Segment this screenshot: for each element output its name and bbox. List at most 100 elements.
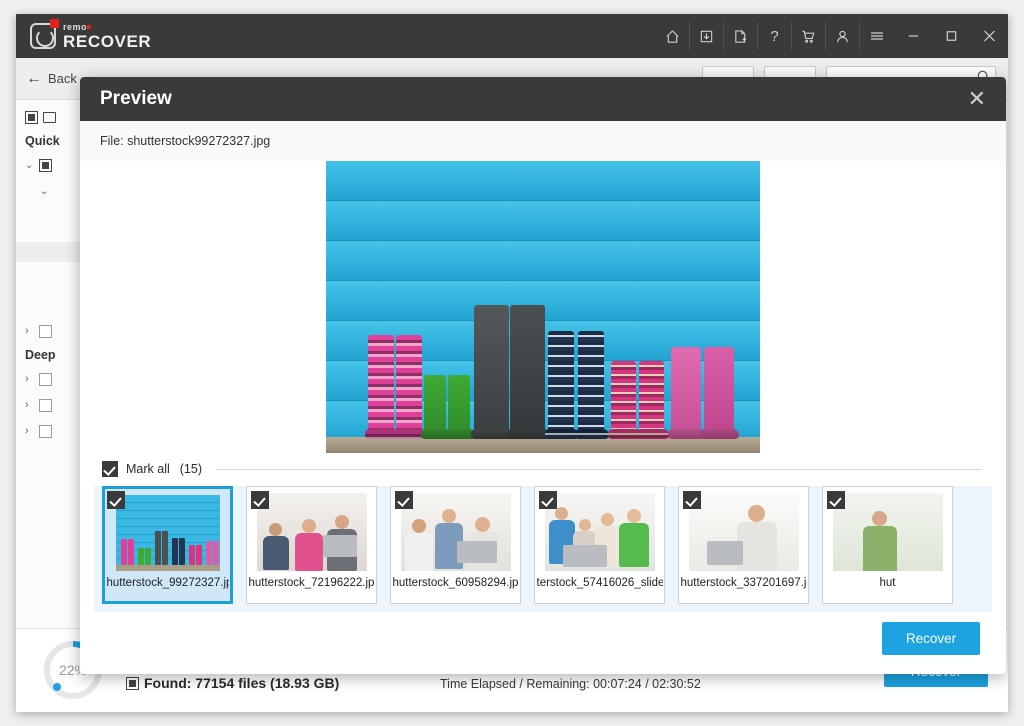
thumbnail-item[interactable]: hut [822, 486, 953, 604]
folder-checkbox-icon[interactable] [39, 425, 52, 438]
thumb-person-body [863, 526, 897, 571]
thumb-person-body [263, 536, 289, 570]
help-icon[interactable]: ? [758, 22, 792, 50]
thumbnail-checkbox[interactable] [827, 491, 845, 509]
thumb-boot [213, 541, 219, 565]
thumb-boot [196, 545, 202, 565]
thumb-image-people [545, 493, 655, 571]
thumbnail-list[interactable]: hutterstock_99272327.jpg hutterstock_7219… [94, 486, 992, 618]
thumb-person-head [412, 519, 426, 533]
plank [326, 201, 760, 241]
back-button[interactable]: ← Back [26, 70, 77, 88]
thumb-boot [128, 539, 134, 565]
folder-checkbox-icon[interactable] [39, 399, 52, 412]
thumb-person-head [335, 515, 349, 529]
thumbnail-filename: hut [825, 577, 951, 589]
thumb-person-head [872, 511, 887, 526]
preview-file-line: File: shutterstock99272327.jpg [80, 121, 1006, 161]
thumb-person-body [295, 533, 323, 571]
thumb-image-people [833, 493, 943, 571]
new-file-icon[interactable] [724, 22, 758, 50]
rain-boot [424, 375, 446, 439]
folder-checkbox-icon[interactable] [39, 325, 52, 338]
thumb-person-head [601, 513, 614, 526]
thumb-image-people [401, 493, 511, 571]
stop-square-icon [25, 111, 38, 124]
preview-dialog-title: Preview [100, 88, 172, 110]
thumbnail-filename: hutterstock_72196222.jpg [249, 577, 375, 589]
back-arrow-icon: ← [26, 70, 42, 88]
thumb-laptop [707, 541, 743, 565]
menu-icon[interactable] [860, 22, 894, 50]
account-icon[interactable] [826, 22, 860, 50]
title-bar: remo RECOVER ? [16, 14, 1008, 58]
thumbnail-filename: hutterstock_337201697.jp [681, 577, 807, 589]
rain-boot [639, 361, 664, 439]
rain-boot [611, 361, 636, 439]
folder-checkbox-icon[interactable] [39, 373, 52, 386]
minimize-button[interactable] [894, 22, 932, 50]
close-button[interactable] [970, 22, 1008, 50]
thumbnail-checkbox[interactable] [107, 491, 125, 509]
plank [326, 241, 760, 281]
chevron-right-icon: › [25, 325, 39, 337]
thumb-person-head [627, 509, 641, 523]
drive-icon [43, 112, 56, 123]
thumb-person-head [475, 517, 490, 532]
progress-dot [53, 683, 61, 691]
thumb-person-body [619, 523, 649, 567]
thumb-boot [162, 531, 168, 565]
thumb-boot [145, 548, 151, 565]
thumb-person-head [269, 523, 282, 536]
back-label: Back [48, 71, 77, 86]
thumb-laptop [323, 535, 357, 557]
thumbnail-image [545, 493, 655, 571]
thumbnail-item[interactable]: hutterstock_72196222.jpg [246, 486, 377, 604]
thumbnail-image [833, 493, 943, 571]
mark-all-divider [216, 469, 982, 470]
thumbnail-item[interactable]: hutterstock_337201697.jp [678, 486, 809, 604]
preview-dialog: Preview ✕ File: shutterstock99272327.jpg… [80, 77, 1006, 674]
rain-boot [704, 347, 734, 439]
plank [326, 161, 760, 201]
preview-dialog-header: Preview ✕ [80, 77, 1006, 121]
mark-all-row: Mark all (15) [80, 456, 1006, 482]
thumb-person-body [405, 533, 433, 571]
home-icon[interactable] [656, 22, 690, 50]
thumb-image-people [257, 493, 367, 571]
maximize-button[interactable] [932, 22, 970, 50]
thumbnail-checkbox[interactable] [683, 491, 701, 509]
thumb-person-head [748, 505, 765, 522]
rain-boot [448, 375, 470, 439]
thumbnail-image [116, 495, 220, 571]
thumb-boot [172, 538, 178, 565]
chevron-right-icon: › [25, 373, 39, 385]
thumbnail-checkbox[interactable] [539, 491, 557, 509]
thumb-image-people [689, 493, 799, 571]
thumbnail-checkbox[interactable] [395, 491, 413, 509]
logo-big-text: RECOVER [63, 33, 151, 50]
time-label: Time Elapsed / Remaining: 00:07:24 / 02:… [440, 677, 701, 691]
mark-all-checkbox[interactable] [102, 461, 118, 477]
thumb-boot [189, 545, 195, 565]
chevron-down-icon: ⌄ [40, 186, 54, 197]
mark-all-label: Mark all [126, 462, 170, 476]
thumb-floor [116, 565, 220, 571]
app-logo: remo RECOVER [30, 23, 151, 50]
thumb-laptop [563, 545, 607, 567]
logo-wordmark: remo RECOVER [63, 23, 151, 50]
close-icon[interactable]: ✕ [968, 88, 986, 110]
thumbnail-checkbox[interactable] [251, 491, 269, 509]
thumbnail-filename: hutterstock_60958294.jpg [393, 577, 519, 589]
thumbnail-item[interactable]: terstock_57416026_slider [534, 486, 665, 604]
thumbnail-item[interactable]: hutterstock_60958294.jpg [390, 486, 521, 604]
thumb-boot [206, 541, 212, 565]
rain-boot [578, 331, 604, 439]
thumb-boot [179, 538, 185, 565]
cart-icon[interactable] [792, 22, 826, 50]
recover-button-dialog[interactable]: Recover [882, 622, 980, 655]
floor [326, 437, 760, 453]
save-icon[interactable] [690, 22, 724, 50]
thumbnail-item[interactable]: hutterstock_99272327.jpg [102, 486, 233, 604]
rain-boot [396, 335, 422, 439]
